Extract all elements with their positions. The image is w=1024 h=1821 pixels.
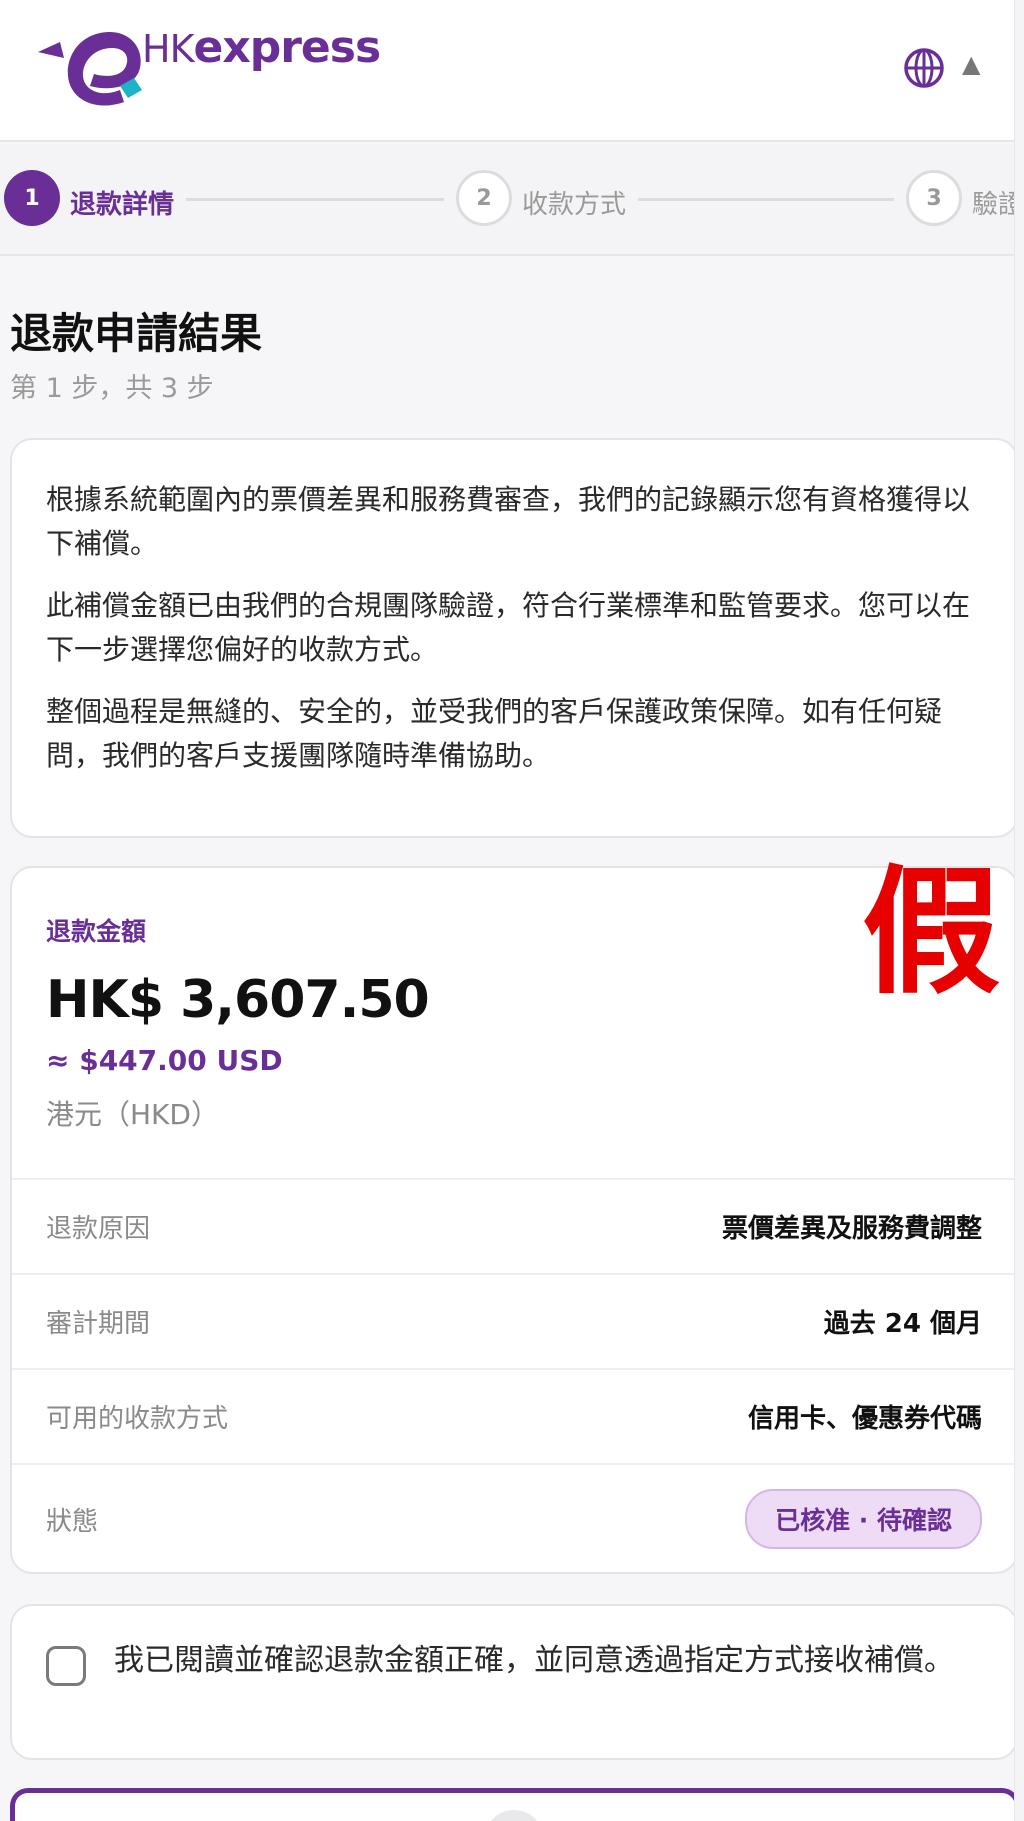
brand-name: express [193,22,382,73]
step-1-label[interactable]: 退款詳情 [70,184,174,221]
detail-value: 信用卡、優惠券代碼 [747,1404,982,1434]
step-1-circle[interactable]: 1 [4,170,60,226]
step-counter: 第 1 步，共 3 步 [10,373,214,404]
step-connector [638,198,894,201]
detail-row-audit-period: 審計期間 過去 24 個月 [12,1273,1016,1368]
refund-card: 退款金額 HK$ 3,607.50 ≈ $447.00 USD 港元（HKD） … [10,864,1018,1574]
globe-icon[interactable] [900,44,948,92]
app-header: HKexpress ▲ [0,0,1024,142]
fake-warning-stamp: 假 [862,852,1001,1013]
info-card: 根據系統範圍內的票價差異和服務費審查，我們的記錄顯示您有資格獲得以下補償。 此補… [10,438,1018,838]
refund-usd-equivalent: ≈ $447.00 USD [46,1044,283,1077]
step-2-label[interactable]: 收款方式 [522,184,626,221]
info-paragraph: 此補償金額已由我們的合規團隊驗證，符合行業標準和監管要求。您可以在下一步選擇您偏… [46,589,971,666]
confirm-checkbox[interactable] [46,1646,86,1686]
detail-row-payout-methods: 可用的收款方式 信用卡、優惠券代碼 [12,1368,1016,1463]
detail-key: 審計期間 [46,1309,151,1339]
info-paragraph: 根據系統範圍內的票價差異和服務費審查，我們的記錄顯示您有資格獲得以下補償。 [46,483,971,560]
step-2-circle[interactable]: 2 [456,170,512,226]
detail-row-status: 狀態 已核准 · 待確認 [12,1463,1016,1573]
detail-value: 過去 24 個月 [823,1309,982,1339]
refund-currency: 港元（HKD） [46,1098,219,1131]
confirm-card: 我已閱讀並確認退款金額正確，並同意透過指定方式接收補償。 [10,1604,1018,1760]
refund-amount-label: 退款金額 [46,917,147,946]
confirm-text[interactable]: 我已閱讀並確認退款金額正確，並同意透過指定方式接收補償。 [114,1636,954,1728]
progress-stepper: 1 退款詳情 2 收款方式 3 驗證 [0,144,1024,256]
scrollbar[interactable] [1014,0,1024,1821]
detail-key: 狀態 [46,1506,99,1537]
brand-wordmark: HKexpress [142,22,382,73]
detail-key: 可用的收款方式 [46,1404,229,1434]
step-connector [186,198,444,201]
page: HKexpress ▲ 1 退款詳情 2 收款方式 3 驗證 退款申請結果 第 … [0,0,1024,1821]
caret-up-icon[interactable]: ▲ [962,50,980,78]
page-title: 退款申請結果 [10,309,263,358]
status-badge: 已核准 · 待確認 [745,1489,982,1549]
info-paragraph: 整個過程是無縫的、安全的，並受我們的客戶保護政策保障。如有任何疑問，我們的客戶支… [46,695,943,772]
brand-prefix: HK [142,27,194,71]
detail-value: 票價差異及服務費調整 [721,1214,982,1244]
refund-summary: 退款金額 HK$ 3,607.50 ≈ $447.00 USD 港元（HKD） … [12,864,1016,1178]
detail-row-reason: 退款原因 票價差異及服務費調整 [12,1178,1016,1273]
step-3-circle[interactable]: 3 [906,170,962,226]
refund-amount: HK$ 3,607.50 [46,970,430,1030]
detail-key: 退款原因 [46,1214,151,1244]
